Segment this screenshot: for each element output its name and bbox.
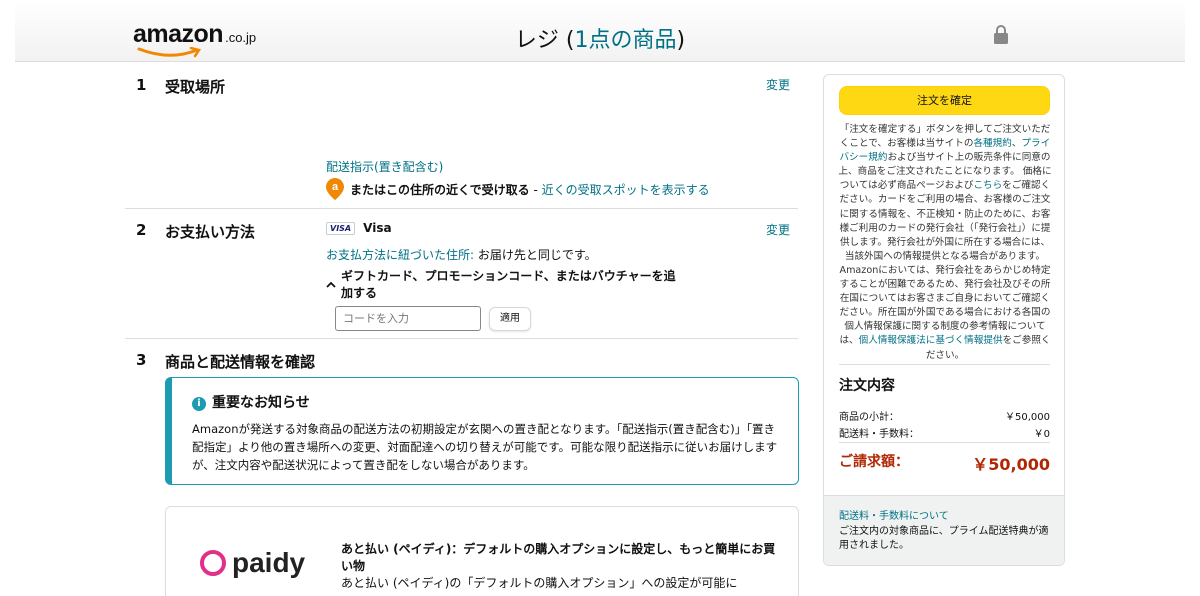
personal-info-link[interactable]: 個人情報保護法に基づく情報提供 (859, 335, 1003, 346)
section-title: お支払い方法 (165, 223, 256, 241)
card-name: Visa (363, 221, 392, 235)
legal-notice: 「注文を確定する」ボタンを押してご注文いただくことで、お客様は当サイトの各種規約… (837, 123, 1053, 363)
review-items-section: 3 商品と配送情報を確認 (125, 339, 798, 371)
pickup-location-icon: a (326, 178, 344, 200)
prime-note: ご注文内の対象商品に、プライム配送特典が適用されました。 (839, 526, 1049, 551)
shipping-value: ￥0 (1033, 429, 1050, 440)
total-value: ￥50,000 (972, 455, 1050, 474)
paidy-logo-icon: paidy (200, 547, 305, 579)
total-row: ご請求額： ￥50,000 (839, 451, 1050, 474)
subtotal-row: 商品の小計： ￥50,000 (839, 408, 1050, 423)
section-title: 受取場所 (165, 78, 226, 96)
gift-card-label: ギフトカード、プロモーションコード、またはバウチャーを追加する (341, 269, 676, 300)
order-summary-title: 注文内容 (839, 378, 895, 394)
section-number: 3 (136, 351, 147, 369)
change-payment-link[interactable]: 変更 (766, 221, 790, 238)
paidy-mark (200, 550, 226, 576)
order-summary-panel: 注文を確定 「注文を確定する」ボタンを押してご注文いただくことで、お客様は当サイ… (823, 74, 1065, 566)
pickup-separator: - (529, 183, 542, 197)
pickup-nearby-row: a またはこの住所の近くで受け取る - 近くの受取スポットを表示する (326, 178, 710, 200)
item-count-link[interactable]: 1点の商品 (574, 28, 676, 53)
apply-code-button[interactable]: 適用 (489, 307, 531, 331)
subtotal-value: ￥50,000 (1005, 412, 1050, 423)
fees-info-link[interactable]: 配送料・手数料について (839, 507, 949, 522)
change-pickup-link[interactable]: 変更 (766, 76, 790, 93)
notice-body: Amazonが発送する対象商品の配送方法の初期設定が玄関への置き配となります。「… (192, 422, 778, 472)
pickup-section: 1 受取場所 変更 配送指示(置き配含む) a またはこの住所の近くで受け取る … (125, 74, 798, 208)
total-label: ご請求額： (839, 454, 909, 470)
billing-address-label[interactable]: お支払方法に紐づいた住所: (326, 248, 474, 262)
subtotal-label: 商品の小計： (839, 412, 899, 423)
section-number: 1 (136, 76, 147, 94)
notice-title: i 重要なお知らせ (192, 392, 310, 412)
billing-address-value: お届け先と同じです。 (474, 248, 597, 262)
sidebar-divider (839, 442, 1050, 443)
section-title: 商品と配送情報を確認 (165, 353, 316, 371)
place-order-button[interactable]: 注文を確定 (839, 86, 1050, 115)
lock-icon (994, 25, 1008, 44)
info-icon: i (192, 397, 206, 411)
legal-text: をご確認ください。カードをご利用の場合、お客様のご注文に関する情報を、不正検知・… (839, 180, 1051, 347)
shipping-label: 配送料・手数料： (839, 429, 919, 440)
section-number: 2 (136, 221, 147, 239)
paidy-title: あと払い (ペイディ)：デフォルトの購入オプションに設定し、もっと簡単にお買い物 (341, 542, 776, 573)
sidebar-divider (839, 364, 1050, 365)
chevron-up-icon (326, 281, 336, 288)
shipping-row: 配送料・手数料： ￥0 (839, 425, 1050, 440)
pickup-spots-link[interactable]: 近くの受取スポットを表示する (542, 183, 710, 197)
paidy-body: あと払い (ペイディ)の「デフォルトの購入オプション」への設定が可能に (341, 576, 738, 590)
selected-card: VISA Visa (326, 221, 392, 235)
promo-code-input[interactable] (335, 306, 481, 331)
pricing-link[interactable]: こちら (973, 180, 1002, 191)
title-suffix: ) (676, 28, 686, 53)
visa-card-icon: VISA (326, 222, 356, 235)
paidy-description: あと払い (ペイディ)：デフォルトの購入オプションに設定し、もっと簡単にお買い物… (341, 541, 781, 592)
pickup-icon-letter: a (332, 181, 339, 193)
page-title: レジ (1点の商品) (15, 22, 1185, 54)
legal-text: 、 (1011, 138, 1022, 150)
terms-link[interactable]: 各種規約 (973, 138, 1011, 149)
billing-address-row: お支払方法に紐づいた住所: お届け先と同じです。 (326, 246, 597, 263)
paidy-logo-text: paidy (232, 547, 306, 578)
title-prefix: レジ ( (514, 28, 575, 53)
sidebar-footer: 配送料・手数料について ご注文内の対象商品に、プライム配送特典が適用されました。 (824, 495, 1064, 565)
payment-section: 2 お支払い方法 変更 VISA Visa お支払方法に紐づいた住所: お届け先と… (125, 209, 798, 338)
important-notice-box: i 重要なお知らせ Amazonが発送する対象商品の配送方法の初期設定が玄関への置… (165, 377, 799, 485)
checkout-header: amazon .co.jp レジ (1点の商品) (15, 0, 1185, 62)
notice-title-text: 重要なお知らせ (212, 395, 310, 411)
delivery-instructions-link[interactable]: 配送指示(置き配含む) (326, 158, 443, 175)
pickup-nearby-text: またはこの住所の近くで受け取る (350, 183, 530, 197)
paidy-promo-box: paidy あと払い (ペイディ)：デフォルトの購入オプションに設定し、もっと簡… (165, 506, 799, 596)
